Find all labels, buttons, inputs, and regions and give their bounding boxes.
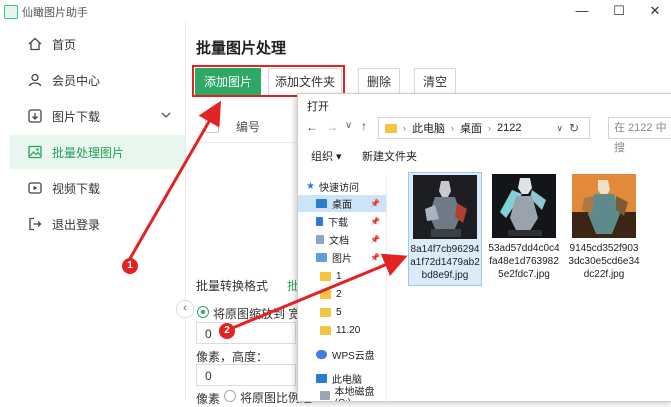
- arrow-to-file: [229, 253, 408, 331]
- annotation-arrows: [126, 100, 408, 331]
- annotation-step-1-badge: 1: [122, 258, 138, 274]
- annotation-step-2-badge: 2: [219, 323, 235, 339]
- arrow-to-add-image: [126, 100, 221, 263]
